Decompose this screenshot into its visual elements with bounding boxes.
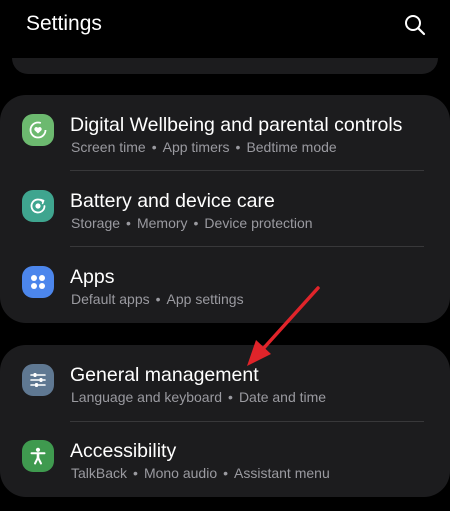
settings-item-accessibility[interactable]: Accessibility TalkBack • Mono audio • Assist…	[0, 421, 450, 497]
subtitle-part: Screen time	[71, 139, 146, 155]
subtitle-part: Assistant menu	[234, 465, 330, 481]
settings-item-general-management[interactable]: General management Language and keyboard…	[0, 345, 450, 421]
item-title: Accessibility	[70, 440, 177, 462]
separator-dot: •	[223, 465, 229, 481]
settings-item-digital-wellbeing[interactable]: Digital Wellbeing and parental controls …	[0, 95, 450, 171]
subtitle-part: Default apps	[71, 291, 150, 307]
item-title: Battery and device care	[70, 190, 275, 212]
separator-dot: •	[235, 139, 241, 155]
separator-dot: •	[151, 139, 157, 155]
separator-dot: •	[193, 215, 199, 231]
separator-dot: •	[133, 465, 138, 481]
search-button[interactable]	[398, 8, 432, 42]
settings-item-apps[interactable]: Apps Default apps • App settings	[0, 247, 450, 323]
subtitle-part: Language and keyboard	[71, 389, 223, 405]
settings-group-1: Digital Wellbeing and parental controls …	[0, 95, 450, 323]
subtitle-part: Bedtime mode	[246, 139, 337, 155]
subtitle-part: App timers	[162, 139, 230, 155]
settings-item-battery-device-care[interactable]: Battery and device care Storage • Memory • D…	[0, 171, 450, 247]
battery-device-care-icon	[22, 190, 54, 222]
search-icon	[405, 15, 426, 36]
previous-card-edge	[12, 58, 438, 74]
subtitle-part: Date and time	[238, 389, 327, 405]
accessibility-person-icon	[22, 440, 54, 472]
item-title: General management	[70, 364, 259, 386]
subtitle-part: Device protection	[204, 215, 313, 231]
item-subtitle: TalkBack • Mono audio • Assistant menu	[71, 464, 330, 482]
item-subtitle: Language and keyboard • Date and time	[71, 388, 326, 406]
page-title: Settings	[26, 12, 102, 35]
subtitle-part: Storage	[71, 215, 121, 231]
item-title: Digital Wellbeing and parental controls	[70, 114, 403, 136]
item-subtitle: Storage • Memory • Device protection	[71, 214, 313, 232]
digital-wellbeing-icon	[22, 114, 54, 146]
apps-grid-icon	[22, 266, 54, 298]
item-subtitle: Default apps • App settings	[71, 290, 244, 308]
subtitle-part: App settings	[166, 291, 244, 307]
separator-dot: •	[155, 291, 161, 307]
subtitle-part: TalkBack	[71, 465, 128, 481]
settings-group-2: General management Language and keyboard…	[0, 345, 450, 497]
separator-dot: •	[228, 389, 233, 405]
item-title: Apps	[70, 266, 115, 288]
item-subtitle: Screen time • App timers • Bedtime mode	[71, 138, 337, 156]
separator-dot: •	[126, 215, 131, 231]
app-header: Settings	[0, 0, 450, 56]
subtitle-part: Memory	[136, 215, 188, 231]
subtitle-part: Mono audio	[143, 465, 218, 481]
general-management-sliders-icon	[22, 364, 54, 396]
